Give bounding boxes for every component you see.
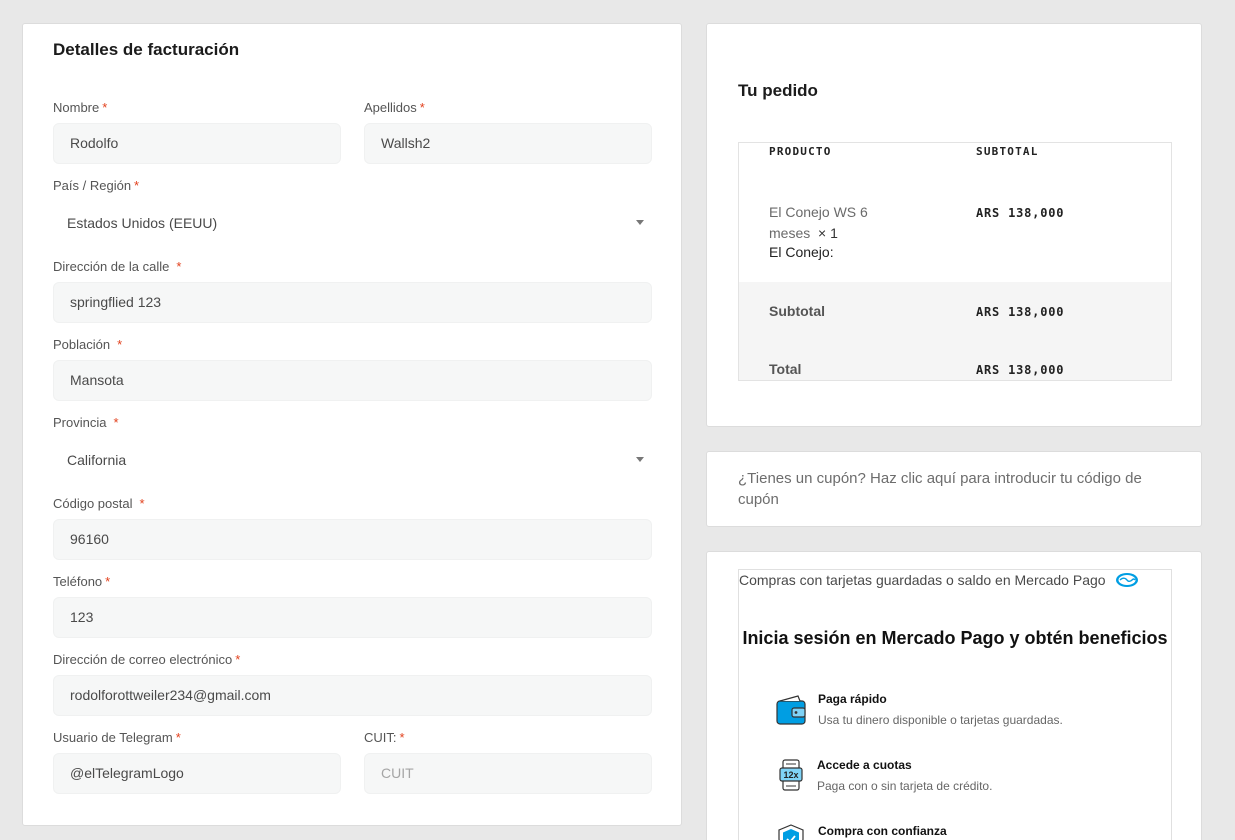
mercadopago-header: Compras con tarjetas guardadas o saldo e… (739, 572, 1106, 588)
nombre-label: Nombre * (53, 100, 108, 115)
subtotal-label: Subtotal (769, 303, 825, 319)
wallet-icon (776, 695, 806, 725)
cuit-label: CUIT: * (364, 730, 405, 745)
poblacion-field[interactable]: Mansota (53, 360, 652, 401)
benefit-title: Accede a cuotas (817, 758, 912, 772)
coupon-link[interactable]: ¿Tienes un cupón? Haz clic aquí para int… (738, 468, 1158, 510)
mercadopago-frame: Compras con tarjetas guardadas o saldo e… (738, 569, 1172, 840)
email-field[interactable]: rodolforottweiler234@gmail.com (53, 675, 652, 716)
coupon-card: ¿Tienes un cupón? Haz clic aquí para int… (706, 451, 1202, 527)
mercadopago-logo-icon (1116, 573, 1138, 587)
direccion-label: Dirección de la calle * (53, 259, 182, 274)
mercadopago-card: Compras con tarjetas guardadas o saldo e… (706, 551, 1202, 840)
nombre-field[interactable]: Rodolfo (53, 123, 341, 164)
required-mark: * (113, 415, 119, 430)
product-price: ARS 138,000 (976, 206, 1065, 220)
column-header-product: PRODUCTO (769, 145, 832, 158)
billing-title: Detalles de facturación (53, 40, 240, 59)
required-mark: * (117, 337, 123, 352)
telefono-label: Teléfono * (53, 574, 111, 589)
required-mark: * (102, 100, 108, 115)
required-mark: * (419, 100, 425, 115)
required-mark: * (134, 178, 140, 193)
installments-icon: 12x (779, 759, 803, 791)
chevron-down-icon (636, 220, 644, 225)
required-mark: * (235, 652, 241, 667)
required-mark: * (175, 730, 181, 745)
apellidos-field[interactable]: Wallsh2 (364, 123, 652, 164)
product-quantity: × 1 (818, 225, 838, 241)
chevron-down-icon (636, 457, 644, 462)
shield-icon (778, 824, 804, 840)
required-mark: * (176, 259, 182, 274)
codigo-postal-label: Código postal * (53, 496, 145, 511)
order-table: PRODUCTO SUBTOTAL El Conejo WS 6 meses ×… (738, 142, 1172, 381)
order-title: Tu pedido (738, 81, 818, 100)
benefit-description: Paga con o sin tarjeta de crédito. (817, 779, 993, 793)
subtotal-value: ARS 138,000 (976, 305, 1065, 319)
product-meta: El Conejo: (769, 244, 834, 260)
pais-selected-value: Estados Unidos (EEUU) (67, 215, 218, 231)
telefono-field[interactable]: 123 (53, 597, 652, 638)
benefit-title: Paga rápido (818, 692, 887, 706)
mercadopago-title: Inicia sesión en Mercado Pago y obtén be… (742, 628, 1168, 648)
codigo-postal-field[interactable]: 96160 (53, 519, 652, 560)
column-header-subtotal: SUBTOTAL (976, 145, 1039, 158)
pais-select[interactable]: Estados Unidos (EEUU) (53, 203, 652, 244)
product-name: El Conejo WS 6 meses × 1 (769, 204, 868, 241)
billing-details-card: Detalles de facturación Nombre * Rodolfo … (22, 23, 682, 826)
email-label: Dirección de correo electrónico * (53, 652, 241, 667)
telegram-field[interactable]: @elTelegramLogo (53, 753, 341, 794)
apellidos-label: Apellidos * (364, 100, 425, 115)
telegram-label: Usuario de Telegram * (53, 730, 181, 745)
direccion-field[interactable]: springflied 123 (53, 282, 652, 323)
provincia-label: Provincia * (53, 415, 119, 430)
pais-label: País / Región * (53, 178, 140, 193)
order-summary-card: Tu pedido PRODUCTO SUBTOTAL El Conejo WS… (706, 23, 1202, 427)
svg-text:12x: 12x (783, 770, 798, 780)
total-value: ARS 138,000 (976, 363, 1065, 377)
total-label: Total (769, 361, 802, 377)
cuit-field[interactable]: CUIT (364, 753, 652, 794)
provincia-select[interactable]: California (53, 440, 652, 481)
required-mark: * (399, 730, 405, 745)
provincia-selected-value: California (67, 452, 127, 468)
benefit-description: Usa tu dinero disponible o tarjetas guar… (818, 713, 1063, 727)
totals-background (739, 282, 1171, 380)
poblacion-label: Población * (53, 337, 123, 352)
required-mark: * (105, 574, 111, 589)
required-mark: * (139, 496, 145, 511)
benefit-title: Compra con confianza (818, 824, 947, 838)
